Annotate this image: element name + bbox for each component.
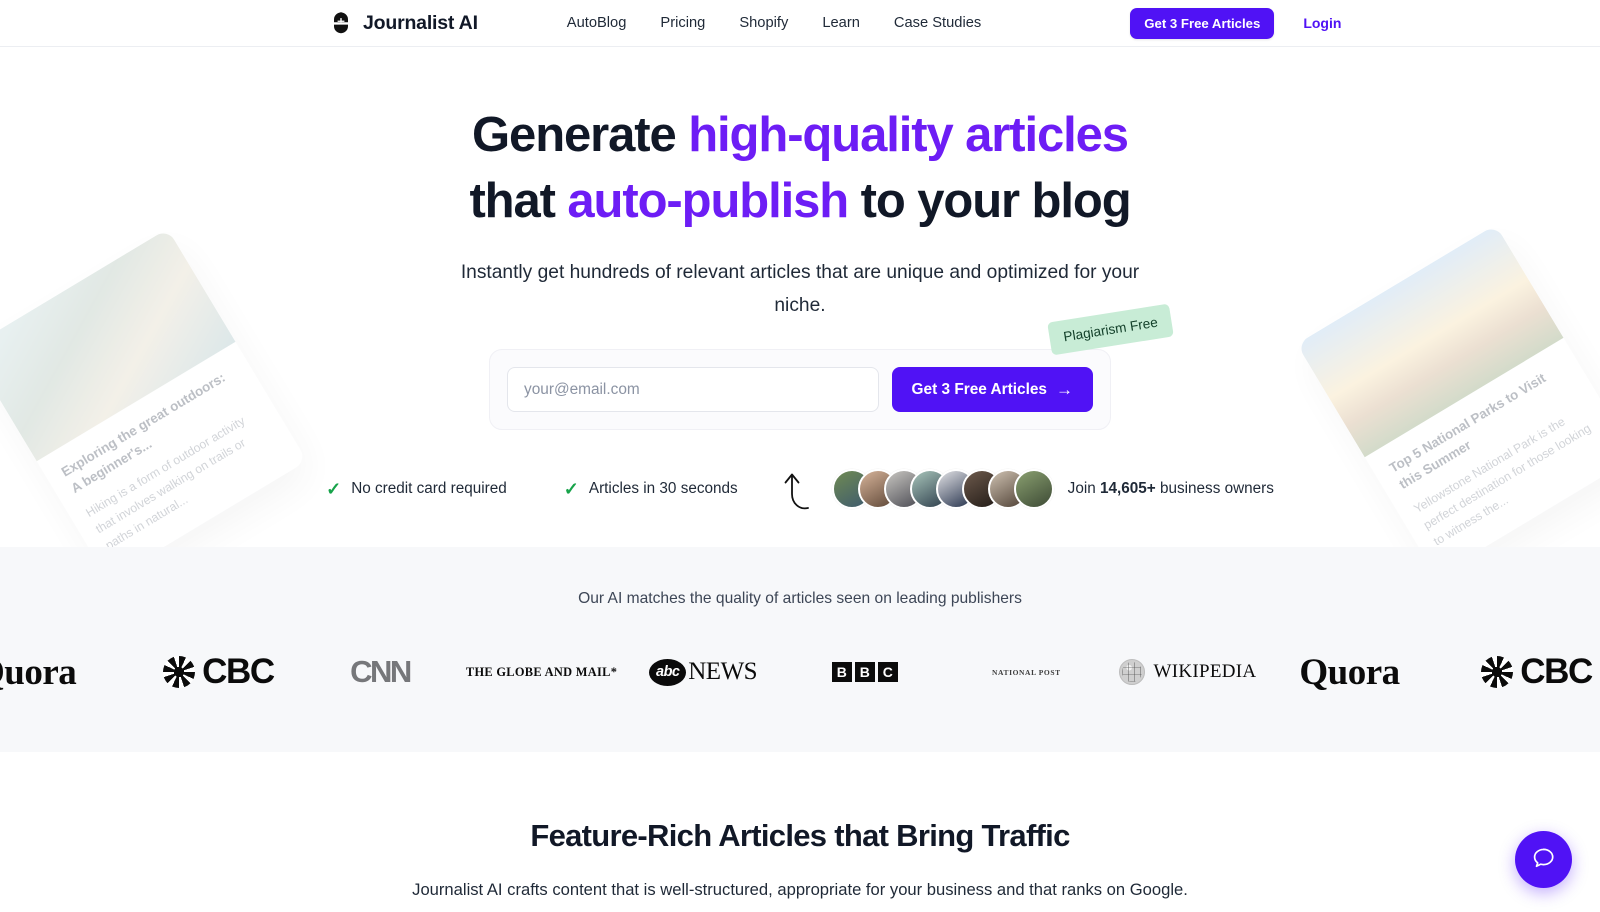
features-heading: Feature-Rich Articles that Bring Traffic [530, 818, 1070, 853]
nav-link-shopify[interactable]: Shopify [722, 9, 805, 37]
publisher-logo-cbc-2: CBC [1430, 652, 1593, 692]
quora-logo-icon: Quora [1299, 651, 1400, 693]
hero-subheading: Instantly get hundreds of relevant artic… [460, 262, 1140, 317]
publisher-logo-quora: Quora [0, 651, 138, 694]
publisher-logo-national-post: NATIONAL POST [946, 668, 1108, 677]
nav-link-learn[interactable]: Learn [805, 9, 877, 37]
abc-news-logo-icon: abc NEWS [649, 658, 758, 686]
signup-form: Get 3 Free Articles → Plagiarism Free [489, 303, 1174, 431]
hero-section: Exploring the great outdoors: A beginner… [0, 47, 1600, 547]
brand-logo[interactable]: Journalist AI [330, 10, 478, 37]
journalist-ai-mark-icon [330, 10, 352, 37]
submit-button-label: Get 3 Free Articles [911, 380, 1047, 398]
cbc-logo-icon: CBC [163, 652, 275, 692]
brand-name: Journalist AI [363, 11, 478, 34]
publishers-heading: Our AI matches the quality of articles s… [578, 590, 1022, 607]
publisher-logo-cnn: CNN [299, 654, 461, 690]
features-section: Feature-Rich Articles that Bring Traffic… [0, 752, 1600, 900]
nav-get-free-articles-button[interactable]: Get 3 Free Articles [1130, 7, 1275, 39]
curved-arrow-icon [778, 467, 812, 511]
publishers-section: Our AI matches the quality of articles s… [0, 547, 1600, 752]
features-subheading: Journalist AI crafts content that is wel… [412, 880, 1188, 899]
nav-link-autoblog[interactable]: AutoBlog [550, 9, 644, 37]
email-input[interactable] [507, 367, 879, 413]
login-link[interactable]: Login [1303, 15, 1341, 31]
national-post-logo-icon: NATIONAL POST [992, 667, 1061, 677]
trust-item-articles-speed: ✓ Articles in 30 seconds [564, 480, 738, 498]
headline-line-2: that auto-publish to your blog [469, 173, 1131, 228]
help-chat-button[interactable] [1515, 831, 1572, 888]
top-navigation-bar: Journalist AI AutoBlog Pricing Shopify L… [0, 0, 1600, 47]
arrow-right-icon: → [1056, 380, 1073, 400]
avatar-stack [831, 469, 1054, 510]
avatar [1013, 469, 1054, 510]
social-proof-text: Join 14,605+ business owners [1067, 480, 1274, 498]
nav-link-pricing[interactable]: Pricing [643, 9, 722, 37]
wikipedia-logo-icon: WIKIPEDIA [1119, 659, 1256, 685]
cbc-gem-icon [163, 656, 196, 688]
cbc-logo-icon: CBC [1481, 652, 1593, 692]
wikipedia-globe-icon [1119, 659, 1146, 685]
trust-item-label: No credit card required [351, 480, 507, 498]
page-title: Generate high-quality articles that auto… [0, 103, 1600, 234]
cnn-logo-icon: CNN [350, 654, 412, 689]
trust-item-label: Articles in 30 seconds [588, 480, 738, 498]
chat-bubble-icon [1530, 845, 1557, 875]
publisher-logo-bbc: B B C [784, 662, 946, 682]
publisher-logo-wikipedia: WIKIPEDIA [1107, 659, 1269, 685]
publisher-logo-quora-2: Quora [1269, 651, 1431, 694]
globe-and-mail-logo-icon: THE GLOBE AND MAIL* [465, 664, 618, 679]
bbc-logo-icon: B B C [831, 662, 898, 682]
nav-link-case-studies[interactable]: Case Studies [877, 9, 998, 37]
quora-logo-icon: Quora [0, 651, 77, 693]
check-icon: ✓ [326, 479, 342, 500]
cbc-gem-icon [1481, 656, 1514, 688]
nav-links: AutoBlog Pricing Shopify Learn Case Stud… [550, 9, 998, 37]
check-icon: ✓ [563, 479, 579, 500]
publisher-logos-row: Quora CBC CNN THE GLOBE AND MAIL* abc NE… [0, 641, 1600, 703]
social-proof-count: 14,605+ [1099, 480, 1156, 498]
trust-item-no-credit-card: ✓ No credit card required [326, 480, 507, 498]
headline-line-1: Generate high-quality articles [472, 108, 1129, 162]
publisher-logo-abc-news: abc NEWS [622, 658, 784, 686]
publisher-logo-cbc: CBC [138, 652, 300, 692]
publisher-logo-globe-and-mail: THE GLOBE AND MAIL* [461, 665, 623, 680]
get-free-articles-submit-button[interactable]: Get 3 Free Articles → [891, 367, 1093, 413]
trust-indicators-row: ✓ No credit card required ✓ Articles in … [0, 467, 1600, 511]
